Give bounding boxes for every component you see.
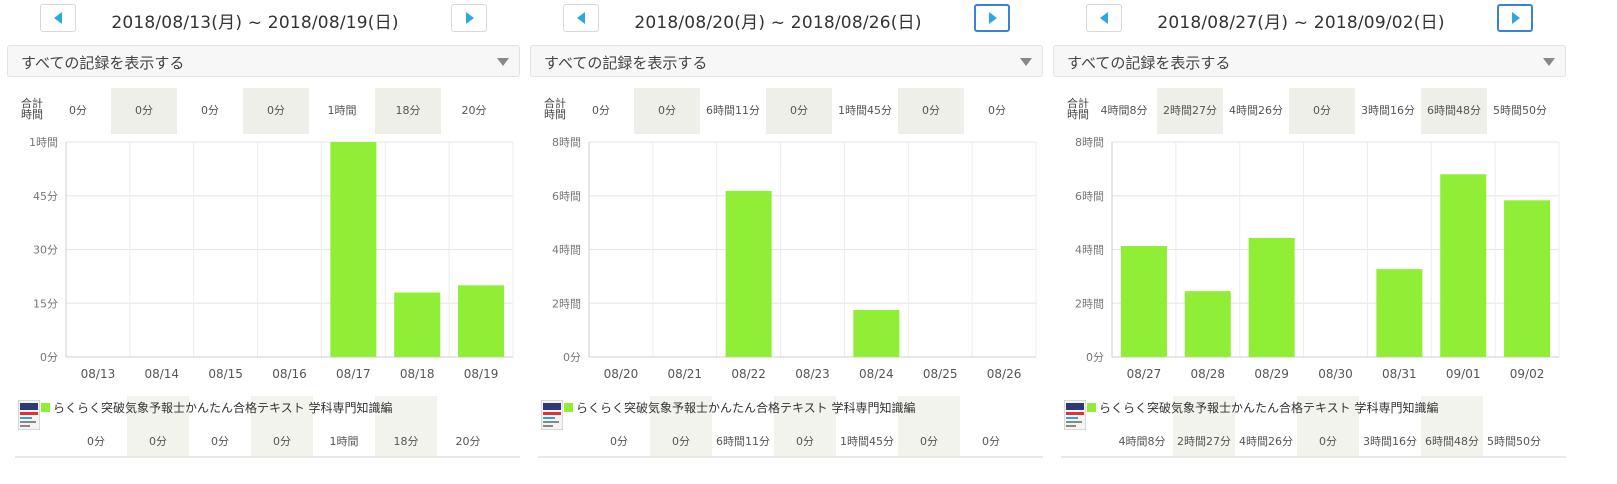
x-tick-label: 08/30: [1318, 367, 1353, 381]
divider: [538, 456, 1043, 458]
bar: [725, 190, 772, 357]
series-color-swatch: [1087, 403, 1096, 412]
week-panel: 2018/08/27(月) ~ 2018/09/02(日) すべての記録を表示す…: [1046, 0, 1577, 484]
book-cover-icon: [1064, 400, 1086, 430]
book-day-value: 6時間11分: [716, 435, 770, 448]
y-tick-label: 1時間: [29, 136, 58, 149]
book-day-value: 5時間50分: [1487, 435, 1541, 448]
y-tick-label: 8時間: [552, 136, 581, 149]
divider: [15, 456, 520, 458]
x-tick-label: 08/19: [464, 367, 499, 381]
bar: [394, 292, 441, 357]
y-tick-label: 6時間: [1075, 190, 1104, 203]
book-day-value: 18分: [393, 435, 419, 448]
bar-chart: 0分 2時間 4時間 6時間 8時間 08/20 08/21 08/22 08/23 08/24 0…: [552, 136, 1037, 381]
bar: [1376, 269, 1423, 357]
book-cover-icon: [541, 400, 563, 430]
x-tick-label: 08/27: [1127, 367, 1162, 381]
book-day-value: 1時間: [329, 435, 359, 448]
y-tick-label: 4時間: [552, 244, 581, 257]
book-day-value: 0分: [920, 435, 938, 448]
series-color-swatch: [564, 403, 573, 412]
book-day-value: 0分: [1319, 435, 1337, 448]
book-day-value: 0分: [149, 435, 167, 448]
book-day-value: 4時間26分: [1239, 435, 1293, 448]
x-tick-label: 08/24: [859, 367, 894, 381]
x-tick-label: 08/28: [1190, 367, 1225, 381]
book-day-cell: 20分: [437, 396, 499, 458]
y-tick-label: 8時間: [1075, 136, 1104, 149]
book-day-value: 0分: [610, 435, 628, 448]
y-tick-label: 15分: [33, 297, 58, 310]
book-day-value: 4時間8分: [1118, 435, 1166, 448]
book-day-cell: 5時間50分: [1483, 396, 1545, 458]
y-tick-label: 4時間: [1075, 244, 1104, 257]
week-panel: 2018/08/13(月) ~ 2018/08/19(日) すべての記録を表示す…: [0, 0, 531, 484]
bar: [1440, 174, 1487, 357]
x-tick-label: 09/01: [1446, 367, 1481, 381]
book-day-value: 0分: [87, 435, 105, 448]
book-day-value: 6時間48分: [1425, 435, 1479, 448]
book-day-value: 0分: [672, 435, 690, 448]
x-tick-label: 08/18: [400, 367, 435, 381]
y-tick-label: 0分: [563, 351, 581, 364]
y-tick-label: 6時間: [552, 190, 581, 203]
y-tick-label: 2時間: [1075, 297, 1104, 310]
x-tick-label: 08/16: [272, 367, 307, 381]
book-day-value: 3時間16分: [1363, 435, 1417, 448]
book-day-value: 0分: [273, 435, 291, 448]
book-title: らくらく突破気象予報士かんたん合格テキスト 学科専門知識編: [53, 401, 393, 415]
divider: [1061, 456, 1566, 458]
x-tick-label: 08/17: [336, 367, 371, 381]
bar: [1248, 237, 1295, 357]
x-tick-label: 08/20: [604, 367, 639, 381]
bar: [853, 309, 900, 357]
x-tick-label: 08/26: [987, 367, 1022, 381]
book-day-value: 2時間27分: [1177, 435, 1231, 448]
x-tick-label: 08/13: [81, 367, 116, 381]
x-tick-label: 09/02: [1510, 367, 1545, 381]
bar: [1504, 200, 1551, 357]
weekly-charts-root: 2018/08/13(月) ~ 2018/08/19(日) すべての記録を表示す…: [0, 0, 1617, 484]
x-tick-label: 08/31: [1382, 367, 1417, 381]
book-day-value: 1時間45分: [840, 435, 894, 448]
bar-chart: 0分 2時間 4時間 6時間 8時間 08/27 08/28 08/29 08/30 08/31 0…: [1075, 136, 1560, 381]
x-tick-label: 08/23: [795, 367, 830, 381]
book-title: らくらく突破気象予報士かんたん合格テキスト 学科専門知識編: [1099, 401, 1439, 415]
book-cover-icon: [18, 400, 40, 430]
y-tick-label: 0分: [40, 351, 58, 364]
x-tick-label: 08/15: [208, 367, 243, 381]
book-title: らくらく突破気象予報士かんたん合格テキスト 学科専門知識編: [576, 401, 916, 415]
y-tick-label: 30分: [33, 244, 58, 257]
y-tick-label: 2時間: [552, 297, 581, 310]
book-day-value: 0分: [982, 435, 1000, 448]
book-row[interactable]: 0分 0分 0分 0分 1時間 18分 20分 らくらく突破気象予報士かんたん合…: [15, 396, 520, 458]
x-tick-label: 08/25: [923, 367, 958, 381]
bar: [1120, 246, 1167, 357]
book-row[interactable]: 0分 0分 6時間11分 0分 1時間45分 0分 0分 らくらく突破気象予報士…: [538, 396, 1043, 458]
book-day-value: 20分: [455, 435, 481, 448]
y-tick-label: 45分: [33, 190, 58, 203]
bar-chart: 0分 15分 30分 45分 1時間 08/13 08/14 08/15 08/16 08/17 0…: [29, 136, 514, 381]
week-panel: 2018/08/20(月) ~ 2018/08/26(日) すべての記録を表示す…: [523, 0, 1054, 484]
x-tick-label: 08/29: [1254, 367, 1289, 381]
bar: [458, 285, 505, 357]
bar: [1184, 291, 1231, 357]
x-tick-label: 08/21: [667, 367, 702, 381]
bar: [330, 142, 377, 357]
book-day-value: 0分: [211, 435, 229, 448]
y-tick-label: 0分: [1086, 351, 1104, 364]
book-day-cell: 0分: [960, 396, 1022, 458]
series-color-swatch: [41, 403, 50, 412]
x-tick-label: 08/14: [144, 367, 179, 381]
book-row[interactable]: 4時間8分 2時間27分 4時間26分 0分 3時間16分 6時間48分 5時間…: [1061, 396, 1566, 458]
x-tick-label: 08/22: [731, 367, 766, 381]
book-day-value: 0分: [796, 435, 814, 448]
